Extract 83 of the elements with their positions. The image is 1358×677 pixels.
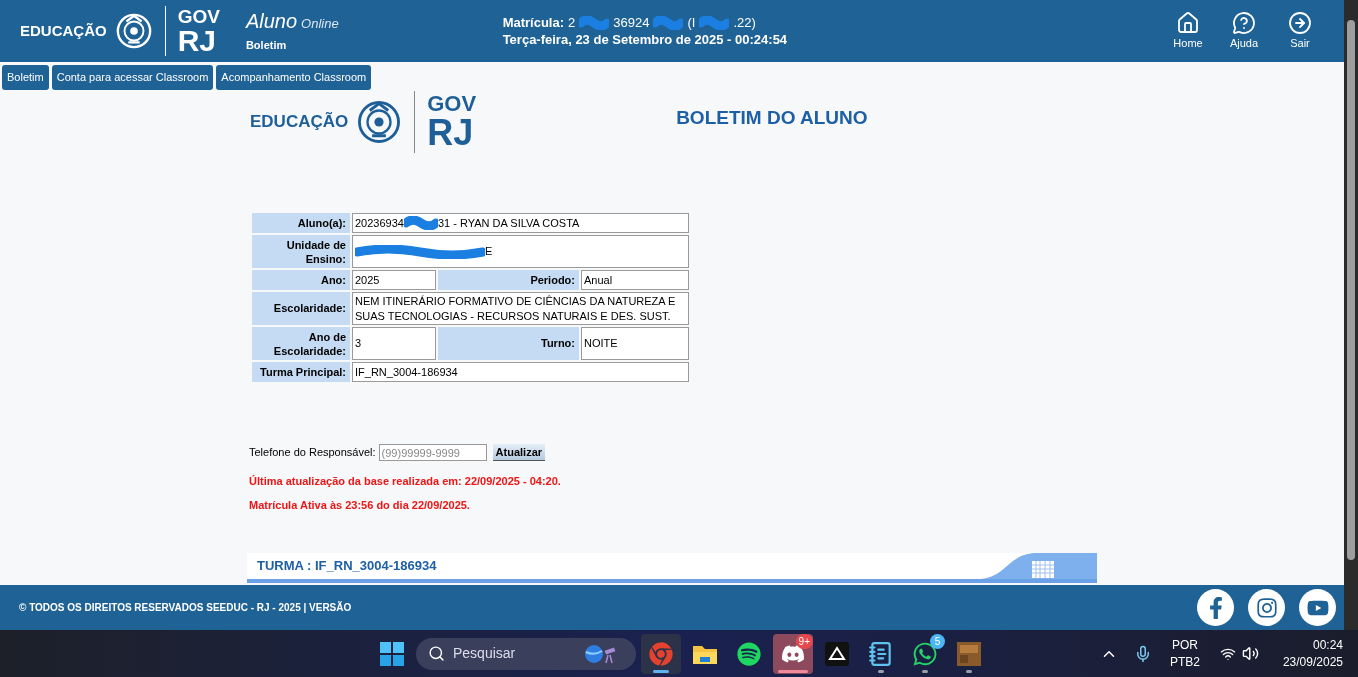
field-value: NEM ITINERÁRIO FORMATIVO DE CIÊNCIAS DA NATUREZA E SUAS TECNOLOGIAS - RECURSOS NATURAIS E DES. SUST. [352, 292, 689, 325]
running-indicator [653, 669, 669, 673]
status-notice: Matrícula Ativa às 23:56 do dia 22/09/2025. [249, 497, 471, 513]
redaction-scribble [653, 15, 684, 30]
redaction-scribble [699, 15, 730, 30]
notification-badge: 9+ [795, 633, 813, 649]
search-field[interactable]: Pesquisar [416, 637, 636, 670]
volume-icon[interactable] [1241, 645, 1259, 662]
field-value: 3 [352, 327, 436, 360]
nav-tab[interactable]: Acompanhamento Classroom [216, 65, 372, 90]
student-id: 20236934 [355, 215, 404, 231]
instagram-link[interactable] [1248, 589, 1285, 626]
facebook-link[interactable] [1197, 589, 1234, 626]
field-label: Aluno(a): [252, 213, 350, 233]
crest-icon [356, 99, 403, 145]
notepad-icon [868, 640, 894, 667]
help-icon [1232, 10, 1256, 35]
field-value: Anual [581, 270, 689, 290]
running-indicator [878, 669, 884, 673]
search-icon [428, 645, 445, 662]
logo-text: GOV [427, 93, 477, 115]
phone-input[interactable]: (99)99999-9999 [378, 444, 487, 461]
redaction-scribble [579, 15, 610, 30]
matricula-value: .22) [733, 14, 756, 31]
field-label: Turno: [438, 327, 579, 360]
nav-link[interactable]: Home [1172, 10, 1204, 52]
app-name: Aluno [245, 10, 298, 31]
nav-tab[interactable]: Boletim [2, 65, 49, 90]
matricula-value: (I [687, 14, 696, 31]
crate-icon [957, 641, 981, 666]
class-title: TURMA : IF_RN_3004-186934 [257, 557, 437, 576]
field-label: Periodo: [438, 270, 579, 290]
logo-text: EDUCAÇÃO [250, 111, 349, 134]
matricula-value: 36924 [613, 14, 650, 31]
instagram-icon [1255, 596, 1278, 619]
student-name: 31 - RYAN DA SILVA COSTA [437, 215, 580, 231]
nav-link[interactable]: Sair [1284, 10, 1316, 52]
logo-text: RJ [177, 25, 218, 56]
redaction-scribble [403, 216, 438, 230]
field-value: IF_RN_3004-186934 [352, 362, 689, 382]
notification-badge: 5 [930, 633, 945, 649]
clock-time[interactable]: 00:24 [1312, 636, 1343, 654]
running-indicator [922, 669, 928, 673]
nav-tab[interactable]: Conta para acessar Classroom [51, 65, 214, 90]
clock-date[interactable]: 23/09/2025 [1282, 653, 1343, 671]
home-icon [1176, 10, 1200, 35]
page-subtitle: Boletim [245, 38, 288, 53]
school-name: E [485, 244, 493, 260]
app-name-suffix: Online [301, 14, 339, 33]
phone-label: Telefone do Responsável: [249, 445, 376, 461]
matricula-label: Matrícula: [502, 14, 565, 31]
keyboard-layout[interactable]: PTB2 [1169, 653, 1200, 671]
page-title: BOLETIM DO ALUNO [676, 106, 868, 131]
running-indicator [966, 669, 972, 673]
logo-text: EDUCAÇÃO [20, 20, 107, 41]
spotify-icon [737, 641, 761, 666]
update-button[interactable]: Atualizar [492, 444, 546, 461]
running-indicator [778, 669, 808, 673]
status-notice: Última atualização da base realizada em: 22/09/2025 - 04:20. [249, 474, 562, 489]
windows-icon [380, 641, 404, 666]
language-indicator[interactable]: POR [1171, 636, 1198, 654]
chrome-icon [649, 641, 673, 666]
logo-text: GOV [177, 6, 220, 26]
logo-text: RJ [427, 115, 475, 151]
nav-link[interactable]: Ajuda [1228, 10, 1260, 52]
exit-icon [1288, 10, 1312, 35]
matricula-value: 2 [568, 14, 576, 31]
field-label: Ano de Escolaridade: [252, 327, 350, 360]
app-icon [825, 641, 849, 666]
field-label: Ano: [252, 270, 350, 290]
field-label: Turma Principal: [252, 362, 350, 382]
field-label: Escolaridade: [252, 292, 350, 325]
search-input[interactable]: Pesquisar [453, 643, 573, 664]
youtube-link[interactable] [1299, 589, 1336, 626]
field-label: Unidade de Ensino: [252, 235, 350, 268]
field-value: NOITE [581, 327, 689, 360]
grid-icon [1032, 561, 1054, 578]
copyright-text: © TODOS OS DIREITOS RESERVADOS SEEDUC - RJ - 2025 | VERSÃO [19, 600, 352, 615]
taskbar-app[interactable]: 9+ [773, 633, 813, 674]
taskbar-app[interactable] [641, 633, 681, 674]
date-time: Terça-feira, 23 de Setembro de 2025 - 00:24:54 [502, 31, 788, 48]
field-value: 2025 [352, 270, 436, 290]
crest-icon [114, 12, 153, 50]
